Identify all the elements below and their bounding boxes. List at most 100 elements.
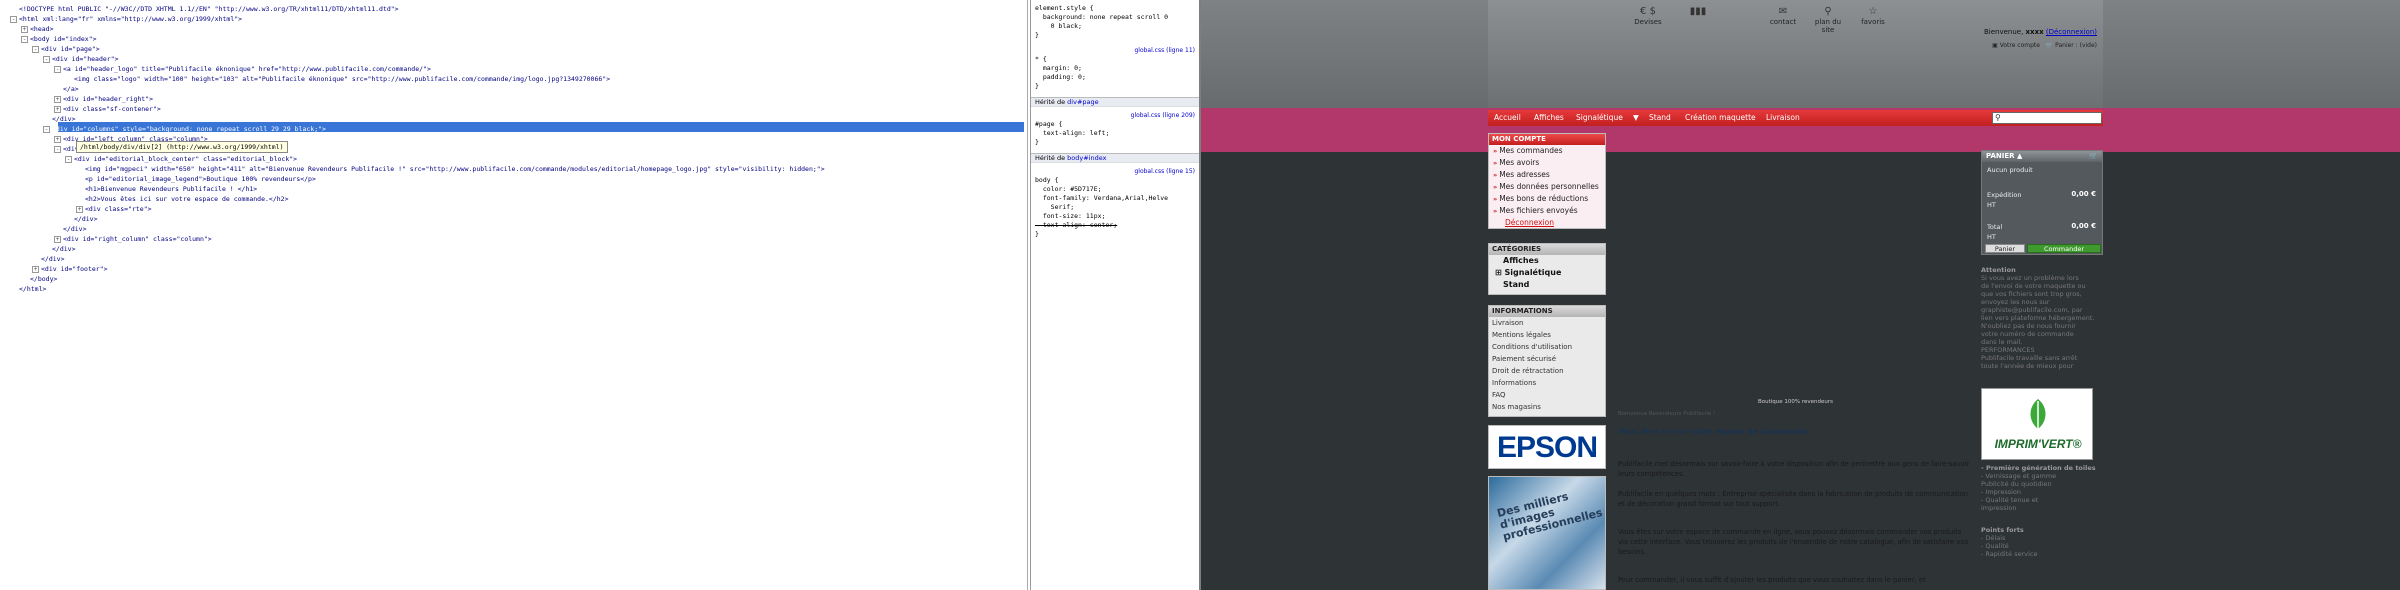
css-rule-line[interactable]: background: none repeat scroll 0 — [1035, 13, 1168, 22]
dom-line[interactable]: <h2>Vous êtes ici sur votre espace de co… — [76, 194, 289, 204]
header-icon-item[interactable]: ✉ contact — [1763, 6, 1803, 26]
account-logout-link[interactable]: Déconnexion — [1505, 218, 1554, 227]
language-flag-icon[interactable]: ▮▮▮ — [1678, 6, 1718, 18]
account-menu-item[interactable]: » Mes fichiers envoyés — [1489, 205, 1605, 217]
dom-line[interactable]: </div> — [43, 244, 75, 254]
expand-toggle-icon[interactable]: + — [54, 95, 61, 103]
css-rule-line[interactable]: Serif; — [1035, 203, 1075, 212]
css-rule-line[interactable]: element.style { — [1035, 4, 1094, 13]
expand-toggle-icon[interactable]: + — [32, 265, 39, 273]
account-menu-item[interactable]: » Mes adresses — [1489, 169, 1605, 181]
header-icon-item[interactable]: € $ Devises — [1628, 6, 1668, 26]
expand-toggle-icon[interactable]: + — [54, 135, 61, 143]
dom-line[interactable]: - <body id="index"> — [21, 34, 97, 44]
css-source-link[interactable]: global.css (ligne 209) — [1131, 112, 1195, 119]
information-link[interactable]: FAQ — [1489, 389, 1605, 401]
css-rule-line[interactable]: 0 black; — [1035, 22, 1082, 31]
css-rule-line[interactable]: } — [1035, 230, 1039, 239]
information-link[interactable]: Informations — [1489, 377, 1605, 389]
account-menu-item[interactable]: » Mes bons de réductions — [1489, 193, 1605, 205]
dom-line[interactable]: - <div id="columns" style="background: no… — [43, 124, 326, 134]
favorites-icon[interactable]: ☆ — [1853, 6, 1893, 18]
account-menu-item[interactable]: » Mes commandes — [1489, 145, 1605, 157]
firebug-style-panel[interactable]: element.style { background: none repeat … — [1030, 0, 1199, 590]
css-rule-line[interactable]: body { — [1035, 176, 1058, 185]
css-source-link[interactable]: global.css (ligne 15) — [1134, 168, 1195, 175]
collapse-toggle-icon[interactable]: - — [10, 15, 17, 23]
firebug-html-panel[interactable]: <!DOCTYPE html PUBLIC "-//W3C//DTD XHTML… — [0, 0, 1028, 590]
catalog-banner[interactable]: Des milliers d'images professionnelles — [1488, 476, 1606, 590]
header-icon-item[interactable]: ▮▮▮ — [1678, 6, 1718, 18]
dom-line[interactable]: - <div id="header"> — [43, 54, 119, 64]
inherited-link[interactable]: body#index — [1067, 154, 1106, 162]
dom-line[interactable]: - <a id="header_logo" title="Publifacile … — [54, 64, 431, 74]
collapse-toggle-icon[interactable]: - — [54, 65, 61, 73]
css-source-link[interactable]: global.css (ligne 11) — [1134, 47, 1195, 54]
dom-line[interactable]: + <head> — [21, 24, 53, 34]
dom-line[interactable]: </html> — [10, 284, 46, 294]
epson-banner[interactable]: EPSON — [1488, 425, 1606, 469]
css-rule-line[interactable]: text-align: left; — [1035, 129, 1110, 138]
category-item[interactable]: Stand — [1489, 279, 1605, 291]
collapse-toggle-icon[interactable]: - — [43, 55, 50, 63]
expand-toggle-icon[interactable]: + — [21, 25, 28, 33]
dom-line[interactable]: <p id="editorial_image_legend">Boutique … — [76, 174, 316, 184]
account-menu-item[interactable]: » Mes données personnelles — [1489, 181, 1605, 193]
order-button[interactable]: Commander — [2027, 244, 2101, 253]
expand-toggle-icon[interactable]: + — [54, 235, 61, 243]
dom-line[interactable]: <!DOCTYPE html PUBLIC "-//W3C//DTD XHTML… — [10, 4, 399, 14]
inherited-link[interactable]: div#page — [1067, 98, 1098, 106]
dom-line[interactable]: - <div id="editorial_block_center" class=… — [65, 154, 297, 164]
css-rule-line[interactable]: } — [1035, 82, 1039, 91]
collapse-toggle-icon[interactable]: - — [21, 35, 28, 43]
nav-item[interactable]: Signalétique — [1576, 113, 1623, 122]
header-icon-item[interactable]: ☆ favoris — [1853, 6, 1893, 26]
dom-line[interactable]: </div> — [65, 214, 97, 224]
cart-link[interactable]: Panier : (vide) — [2055, 42, 2097, 49]
information-link[interactable]: Mentions légales — [1489, 329, 1605, 341]
css-rule-line[interactable]: font-family: Verdana,Arial,Helve — [1035, 194, 1168, 203]
account-link[interactable]: Votre compte — [2000, 42, 2040, 49]
information-link[interactable]: Conditions d'utilisation — [1489, 341, 1605, 353]
header-icon-item[interactable]: ⚲ plan du site — [1808, 6, 1848, 34]
search-icon[interactable]: ⚲ — [1995, 113, 2001, 122]
cart-button[interactable]: Panier — [1985, 244, 2025, 253]
css-rule-line[interactable]: font-size: 11px; — [1035, 212, 1106, 221]
collapse-toggle-icon[interactable]: - — [65, 155, 72, 163]
contact-icon[interactable]: ✉ — [1763, 6, 1803, 18]
dom-line[interactable]: + <div id="header_right"> — [54, 94, 153, 104]
collapse-toggle-icon[interactable]: - — [43, 125, 50, 133]
dom-line[interactable]: + <div id="right_column" class="column"> — [54, 234, 212, 244]
information-link[interactable]: Droit de rétractation — [1489, 365, 1605, 377]
dom-line[interactable]: - <html xml:lang="fr" xmlns="http://www.w… — [10, 14, 242, 24]
nav-dropdown-icon[interactable]: ▼ — [1633, 113, 1639, 122]
category-item[interactable]: ⊞ Signalétique — [1489, 267, 1605, 279]
dom-line[interactable]: </div> — [32, 254, 64, 264]
sitemap-icon[interactable]: ⚲ — [1808, 6, 1848, 18]
css-rule-line[interactable]: color: #5D717E; — [1035, 185, 1102, 194]
collapse-toggle-icon[interactable]: - — [32, 45, 39, 53]
devises-icon[interactable]: € $ — [1628, 6, 1668, 18]
collapse-toggle-icon[interactable]: - — [54, 145, 61, 153]
dom-line[interactable]: + <div class="rte"> — [76, 204, 152, 214]
dom-line[interactable]: </a> — [54, 84, 79, 94]
dom-line[interactable]: <img class="logo" width="100" height="10… — [65, 74, 610, 84]
css-rule-line[interactable]: #page { — [1035, 120, 1062, 129]
nav-item[interactable]: Affiches — [1534, 113, 1564, 122]
css-rule-line[interactable]: * { — [1035, 55, 1047, 64]
account-menu-item[interactable]: » Mes avoirs — [1489, 157, 1605, 169]
dom-line[interactable]: </div> — [54, 224, 86, 234]
information-link[interactable]: Livraison — [1489, 317, 1605, 329]
css-rule-line[interactable]: } — [1035, 138, 1039, 147]
dom-line[interactable]: </body> — [21, 274, 57, 284]
nav-item[interactable]: Stand — [1649, 113, 1671, 122]
expand-toggle-icon[interactable]: + — [54, 105, 61, 113]
css-rule-line[interactable]: } — [1035, 31, 1039, 40]
css-rule-line[interactable]: margin: 0; — [1035, 64, 1082, 73]
information-link[interactable]: Paiement sécurisé — [1489, 353, 1605, 365]
search-input[interactable]: ⚲ — [1992, 112, 2102, 124]
category-item[interactable]: Affiches — [1489, 255, 1605, 267]
css-rule-line[interactable]: padding: 0; — [1035, 73, 1086, 82]
information-link[interactable]: Nos magasins — [1489, 401, 1605, 413]
logout-link[interactable]: (Déconnexion) — [2046, 28, 2097, 36]
